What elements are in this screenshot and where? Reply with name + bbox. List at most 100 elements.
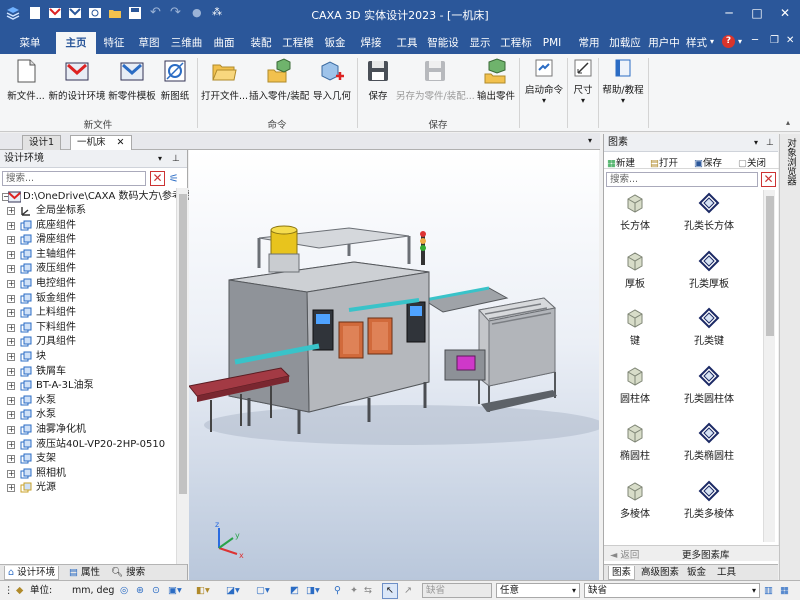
expand-icon[interactable]: + (7, 236, 15, 245)
combo-filter-2[interactable]: 任意 (496, 583, 580, 598)
select-tool-icon[interactable]: ◎ (120, 584, 128, 598)
expand-icon[interactable]: + (7, 469, 15, 478)
status-layout-icon[interactable]: ▥ (764, 584, 773, 598)
expand-icon[interactable]: + (7, 455, 15, 464)
clear-search-icon[interactable]: ✕ (150, 171, 165, 186)
view-tool-icon[interactable]: ⊙ (152, 584, 160, 598)
expand-icon[interactable]: + (7, 338, 15, 347)
element-item[interactable]: 孔类圆柱体 (670, 365, 748, 405)
export-part-button[interactable]: 输出零件 (475, 58, 517, 102)
expand-icon[interactable]: + (7, 323, 15, 332)
elements-pane-pin-icon[interactable]: ⊥ (766, 134, 774, 152)
doc-tab-design1[interactable]: 设计1 (22, 135, 62, 150)
pick-tool-icon[interactable]: ↗ (404, 584, 412, 598)
ribbon-close-icon[interactable]: ✕ (786, 35, 794, 46)
combo-filter-2-arrow[interactable]: ▾ (572, 584, 576, 598)
tab-sheet-metal[interactable]: 钣金 (319, 32, 351, 54)
new-design-environment-button[interactable]: 新的设计环境 (48, 58, 106, 102)
tab-engineering-annotation[interactable]: 工程标 (498, 32, 534, 54)
pane-pin-icon[interactable]: ⊥ (172, 150, 180, 168)
minimize-button[interactable]: ─ (716, 4, 742, 22)
tab-tools[interactable]: 工具 (391, 32, 423, 54)
elements-search-input[interactable]: 搜索... (606, 172, 758, 187)
ribbon-restore-icon[interactable]: ❐ (770, 35, 779, 46)
tab-welding[interactable]: 焊接 (355, 32, 387, 54)
snap-tool-icon[interactable]: ⊛ (136, 584, 144, 598)
pane-menu-icon[interactable]: ▾ (158, 150, 162, 168)
import-geometry-button[interactable]: 导入几何 (310, 58, 354, 102)
expand-icon[interactable]: + (7, 353, 15, 361)
element-item[interactable]: 厚板 (606, 250, 664, 290)
light-tool-icon[interactable]: ✦ (350, 584, 358, 598)
help-icon[interactable]: ? (722, 35, 735, 48)
elements-close-button[interactable]: ▢关闭 (738, 155, 766, 169)
element-item[interactable]: 椭圆柱 (606, 422, 664, 462)
close-button[interactable]: ✕ (772, 4, 798, 22)
tab-display[interactable]: 显示 (464, 32, 496, 54)
maximize-button[interactable]: □ (744, 4, 770, 22)
tab-advanced-elements[interactable]: 高级图素 (638, 566, 682, 580)
insert-part-assembly-button[interactable]: 插入零件/装配 (249, 58, 309, 102)
open-file-button[interactable]: 打开文件... (201, 58, 248, 102)
expand-icon[interactable]: + (7, 207, 15, 215)
tab-tool-elements[interactable]: 工具 (714, 566, 739, 580)
search-filter-icon[interactable]: ⚟ (169, 172, 179, 185)
elements-new-button[interactable]: ▦新建 (607, 155, 635, 169)
elements-save-button[interactable]: ▣保存 (694, 155, 722, 169)
more-elements-library-button[interactable]: 更多图素库 (682, 547, 730, 561)
expand-icon[interactable]: + (7, 294, 15, 303)
gallery-scrollbar[interactable] (763, 190, 775, 542)
style-menu[interactable]: 样式 (686, 35, 707, 50)
tab-user-center[interactable]: 用户中 (646, 32, 682, 54)
element-item[interactable]: 孔类厚板 (670, 250, 748, 290)
orient-tool-icon[interactable]: ▣▾ (168, 584, 182, 598)
element-item[interactable]: 孔类椭圆柱 (670, 422, 748, 462)
tab-design-environment[interactable]: ⌂ 设计环境 (4, 566, 60, 580)
tab-sheet-metal-elements[interactable]: 钣金 (684, 566, 709, 580)
gallery-back-button[interactable]: ◄ 返回 (610, 547, 639, 561)
new-part-template-button[interactable]: 新零件模板 (108, 58, 156, 102)
combo-filter-3-arrow[interactable]: ▾ (752, 584, 756, 598)
3d-viewport[interactable]: z x y (189, 150, 599, 580)
tab-assembly[interactable]: 装配 (245, 32, 277, 54)
element-item[interactable]: 长方体 (606, 192, 664, 232)
expand-icon[interactable]: + (7, 309, 15, 318)
expand-icon[interactable]: + (7, 265, 15, 274)
tab-sketch[interactable]: 草图 (133, 32, 165, 54)
status-settings-icon[interactable]: ▦ (780, 584, 789, 598)
ribbon-collapse-icon[interactable]: ▴ (786, 118, 790, 127)
render-tool-icon[interactable]: ◩ (290, 584, 299, 598)
element-item[interactable]: 孔类多棱体 (670, 480, 748, 520)
element-item[interactable]: 多棱体 (606, 480, 664, 520)
combo-filter-1[interactable]: 缺省 (422, 583, 492, 598)
tab-menu[interactable]: 菜单 (10, 32, 50, 54)
expand-icon[interactable]: + (7, 396, 15, 405)
doc-tab-close-icon[interactable]: ✕ (117, 137, 125, 148)
elements-clear-search-icon[interactable]: ✕ (761, 172, 776, 187)
element-item[interactable]: 圆柱体 (606, 365, 664, 405)
expand-icon[interactable]: + (7, 411, 15, 420)
elements-open-button[interactable]: ▤打开 (650, 155, 678, 169)
expand-icon[interactable]: + (7, 250, 15, 259)
tab-search[interactable]: 🔍︎ 搜索 (108, 566, 148, 580)
design-search-input[interactable]: 搜索... (2, 171, 146, 186)
element-item[interactable]: 键 (606, 307, 664, 347)
tab-home[interactable]: 主页 (56, 32, 96, 54)
tab-elements[interactable]: 图素 (608, 566, 636, 580)
ribbon-min-icon[interactable]: ─ (752, 35, 758, 46)
shade-tool-icon[interactable]: ◨▾ (306, 584, 320, 598)
launch-command-button[interactable]: 启动命令 ▾ (522, 58, 566, 105)
elements-pane-menu-icon[interactable]: ▾ (754, 134, 758, 152)
tab-properties[interactable]: ▤ 属性 (66, 566, 103, 580)
tab-surface[interactable]: 曲面 (208, 32, 240, 54)
object-browser-strip[interactable]: 对象浏览器 (779, 134, 800, 580)
dimension-button[interactable]: 尺寸 ▾ (570, 58, 596, 105)
combo-filter-3[interactable]: 缺省 (584, 583, 760, 598)
tab-smart-design[interactable]: 智能设 (425, 32, 461, 54)
expand-icon[interactable]: + (7, 367, 15, 376)
expand-icon[interactable]: + (7, 484, 15, 493)
pointer-tool-icon[interactable]: ↖ (382, 583, 398, 599)
help-tutorial-button[interactable]: 帮助/教程 ▾ (601, 58, 645, 105)
element-item[interactable]: 孔类长方体 (670, 192, 748, 232)
tab-common[interactable]: 常用 (574, 32, 604, 54)
